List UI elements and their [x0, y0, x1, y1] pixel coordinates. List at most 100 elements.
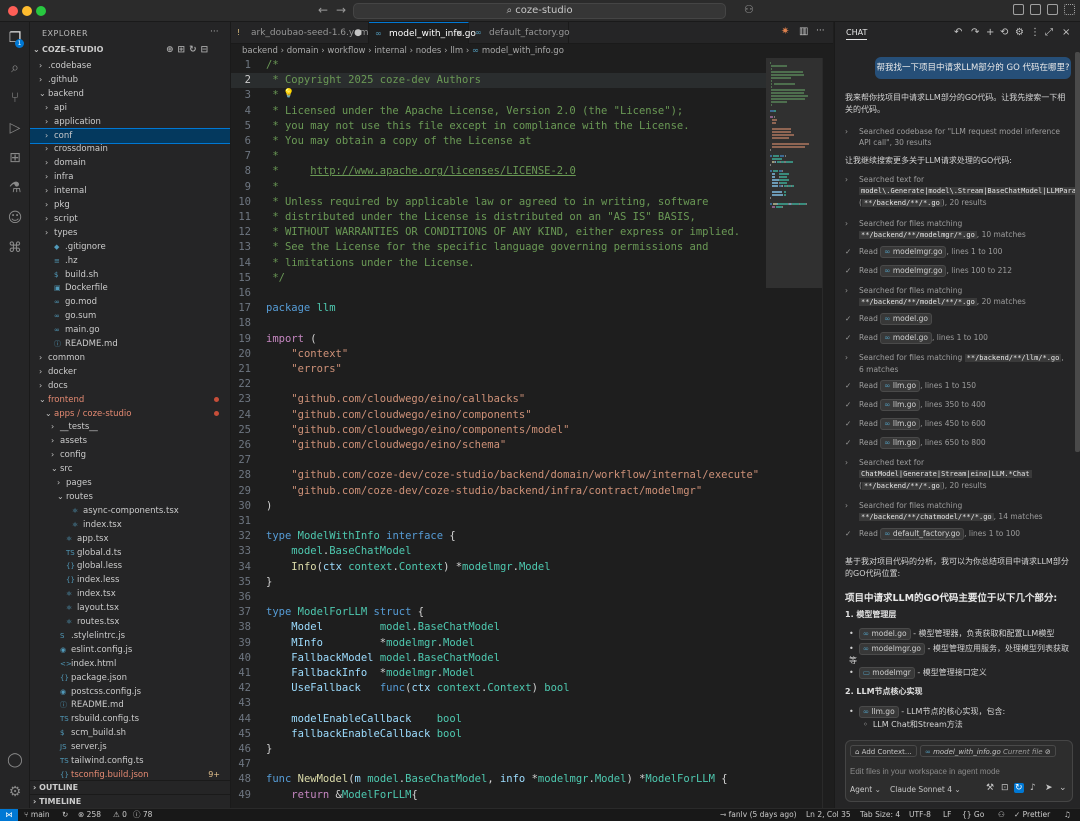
- tree-item[interactable]: › docs: [30, 379, 230, 393]
- git-blame-status[interactable]: ⊸ fanlv (5 days ago): [720, 809, 797, 821]
- code-line[interactable]: 2 * Copyright 2025 coze-dev Authors: [231, 73, 766, 89]
- code-line[interactable]: 42 UseFallback func(ctx context.Context)…: [231, 681, 766, 696]
- tree-item[interactable]: {} global.less: [30, 559, 230, 573]
- file-chip[interactable]: ∞ default_factory.go: [880, 528, 965, 540]
- tab-default-factory-go[interactable]: ∞ default_factory.go: [469, 22, 570, 44]
- editor-scrollbar[interactable]: [822, 58, 833, 808]
- current-file-chip[interactable]: ∞ model_with_info.go Current file ⊘: [920, 745, 1056, 757]
- code-line[interactable]: 15 */: [231, 271, 766, 286]
- split-editor-icon[interactable]: ▥: [799, 26, 808, 37]
- lightbulb-icon[interactable]: 💡: [283, 89, 294, 99]
- tree-item[interactable]: TS rsbuild.config.ts: [30, 712, 230, 726]
- testing-icon[interactable]: ⚗: [7, 180, 23, 196]
- file-chip[interactable]: ▭ modelmgr: [858, 667, 915, 679]
- add-context-button[interactable]: ⌂ Add Context...: [850, 745, 917, 757]
- remote-indicator-icon[interactable]: ⋈: [0, 809, 18, 821]
- settings-gear-icon[interactable]: ⚙: [7, 784, 23, 800]
- tree-item[interactable]: ∞ main.go: [30, 323, 230, 337]
- code-line[interactable]: 16: [231, 286, 766, 301]
- code-line[interactable]: 4 * Licensed under the Apache License, V…: [231, 104, 766, 119]
- tree-item[interactable]: › domain: [30, 156, 230, 170]
- maximize-icon[interactable]: ⤢: [1045, 27, 1053, 38]
- tree-item[interactable]: ⌄ apps / coze-studio: [30, 407, 230, 421]
- tree-item[interactable]: {} package.json: [30, 671, 230, 685]
- tree-item[interactable]: › infra: [30, 170, 230, 184]
- chat-tab[interactable]: CHAT: [846, 28, 868, 40]
- tree-item[interactable]: S .stylelintrc.js: [30, 629, 230, 643]
- code-line[interactable]: 27: [231, 453, 766, 468]
- language-mode[interactable]: {} Go: [962, 809, 984, 821]
- tree-item[interactable]: JS server.js: [30, 740, 230, 754]
- breadcrumb-item[interactable]: llm: [450, 46, 463, 56]
- minimize-window-button[interactable]: [22, 6, 32, 16]
- python-icon[interactable]: ⌘: [7, 240, 23, 256]
- more-actions-icon[interactable]: ⋮: [1030, 27, 1040, 38]
- agent-mode-toggle-icon[interactable]: ↻: [1014, 783, 1024, 793]
- redo-icon[interactable]: ↷: [971, 27, 979, 38]
- extensions-icon[interactable]: ⊞: [7, 150, 23, 166]
- breadcrumb-item[interactable]: internal: [374, 46, 407, 56]
- code-line[interactable]: 38 Model model.BaseChatModel: [231, 620, 766, 635]
- eye-off-icon[interactable]: ⊘: [1045, 748, 1051, 756]
- tree-item[interactable]: ⚛ app.tsx: [30, 532, 230, 546]
- errors-status[interactable]: ⊗ 258: [78, 809, 101, 821]
- microphone-icon[interactable]: ♪: [1030, 783, 1036, 793]
- toggle-secondary-sidebar-icon[interactable]: [1047, 4, 1058, 15]
- file-chip[interactable]: ∞ model.go: [880, 332, 932, 344]
- code-line[interactable]: 31: [231, 514, 766, 529]
- file-chip[interactable]: ∞ llm.go: [880, 380, 921, 392]
- tree-item[interactable]: ⌄ routes: [30, 490, 230, 504]
- copilot-chat-icon[interactable]: ☺: [7, 210, 23, 226]
- tree-item[interactable]: ⚛ index.tsx: [30, 518, 230, 532]
- encoding[interactable]: UTF-8: [909, 809, 931, 821]
- tree-item[interactable]: › pages: [30, 476, 230, 490]
- code-line[interactable]: 37 type ModelForLLM struct {: [231, 605, 766, 620]
- code-line[interactable]: 48 func NewModel(m model.BaseChatModel, i…: [231, 772, 766, 787]
- more-actions-icon[interactable]: ···: [816, 26, 825, 36]
- tree-item[interactable]: › internal: [30, 184, 230, 198]
- outline-section[interactable]: › OUTLINE: [30, 780, 230, 794]
- file-chip[interactable]: ∞ llm.go: [858, 706, 899, 718]
- copilot-icon[interactable]: ⚇: [744, 3, 754, 16]
- timeline-section[interactable]: › TIMELINE: [30, 794, 230, 808]
- code-line[interactable]: 7 *: [231, 149, 766, 164]
- tree-item[interactable]: › types: [30, 226, 230, 240]
- tree-item[interactable]: <>index.html: [30, 657, 230, 671]
- file-chip[interactable]: ∞ modelmgr.go: [880, 265, 947, 277]
- file-chip[interactable]: ∞ llm.go: [880, 399, 921, 411]
- tree-item[interactable]: › __tests__: [30, 420, 230, 434]
- tree-item[interactable]: ▣ Dockerfile: [30, 281, 230, 295]
- file-chip[interactable]: ∞ model.go: [880, 313, 932, 325]
- tree-item[interactable]: ⚛ layout.tsx: [30, 601, 230, 615]
- code-line[interactable]: 9 *: [231, 180, 766, 195]
- command-center-search[interactable]: ⌕ coze-studio: [353, 3, 726, 19]
- tools-icon[interactable]: ⚒: [986, 783, 994, 793]
- minimap[interactable]: [766, 58, 822, 808]
- sync-status[interactable]: ↻: [62, 809, 68, 821]
- end-of-line[interactable]: LF: [943, 809, 952, 821]
- breadcrumb-item[interactable]: model_with_info.go: [482, 46, 564, 56]
- code-line[interactable]: 30): [231, 499, 766, 514]
- prettier-status[interactable]: ✓ Prettier: [1014, 809, 1050, 821]
- warnings-status[interactable]: ⚠ 0: [113, 809, 127, 821]
- code-line[interactable]: 22: [231, 377, 766, 392]
- file-chip[interactable]: ∞ modelmgr.go: [880, 246, 947, 258]
- tree-item[interactable]: ≡ .hz: [30, 254, 230, 268]
- tree-item[interactable]: › assets: [30, 434, 230, 448]
- model-select[interactable]: Claude Sonnet 4 ⌄: [890, 785, 961, 794]
- code-line[interactable]: 45 fallbackEnableCallback bool: [231, 727, 766, 742]
- code-line[interactable]: 23 "github.com/cloudwego/eino/callbacks": [231, 392, 766, 407]
- search-icon[interactable]: ⌕: [7, 60, 23, 76]
- workspace-root[interactable]: ⌄ COZE-STUDIO ⊕⊞↻⊟: [30, 45, 230, 59]
- code-line[interactable]: 46}: [231, 742, 766, 757]
- tree-item[interactable]: $ scm_build.sh: [30, 726, 230, 740]
- account-icon[interactable]: ◯: [7, 752, 23, 768]
- code-line[interactable]: 32 type ModelWithInfo interface {: [231, 529, 766, 544]
- send-options-icon[interactable]: ⌄: [1059, 783, 1067, 793]
- code-editor[interactable]: 1 /* 2 * Copyright 2025 coze-dev Authors 3 …: [231, 58, 766, 808]
- chat-scrollbar[interactable]: [1075, 52, 1080, 452]
- tree-item[interactable]: › docker: [30, 365, 230, 379]
- tree-item[interactable]: › common: [30, 351, 230, 365]
- code-line[interactable]: 35}: [231, 575, 766, 590]
- code-line[interactable]: 43: [231, 696, 766, 711]
